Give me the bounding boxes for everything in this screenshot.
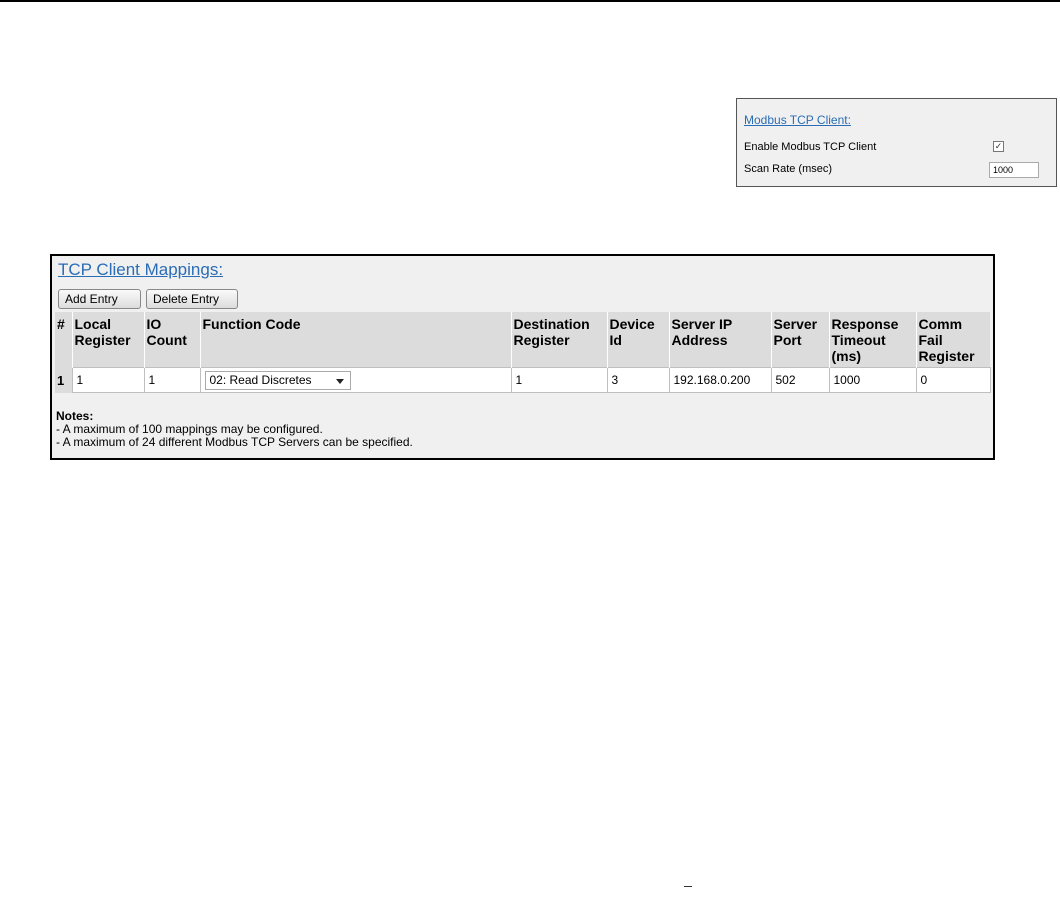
destination-register-cell[interactable]: 1 (510, 367, 608, 393)
header-comm-fail-register: Comm Fail Register (916, 312, 990, 368)
device-id-cell[interactable]: 3 (606, 367, 670, 393)
header-server-port: Server Port (771, 312, 830, 368)
header-num: # (55, 312, 73, 368)
top-rule (0, 0, 1060, 2)
header-local-register: Local Register (72, 312, 145, 368)
io-count-cell[interactable]: 1 (143, 367, 201, 393)
response-timeout-cell[interactable]: 1000 (828, 367, 917, 393)
server-port-cell[interactable]: 502 (770, 367, 830, 393)
scan-rate-input[interactable]: 1000 (989, 162, 1039, 178)
page-mark (684, 886, 692, 887)
comm-fail-register-cell[interactable]: 0 (915, 367, 991, 393)
header-server-ip: Server IP Address (669, 312, 772, 368)
function-code-select[interactable]: 02: Read Discretes (204, 370, 351, 390)
client-panel-title[interactable]: Modbus TCP Client: (744, 113, 851, 127)
note-line: - A maximum of 24 different Modbus TCP S… (56, 435, 413, 449)
function-code-cell: 02: Read Discretes (199, 367, 512, 393)
header-function-code: Function Code (200, 312, 512, 368)
header-destination-register: Destination Register (511, 312, 608, 368)
mappings-title[interactable]: TCP Client Mappings: (58, 260, 223, 280)
add-entry-button[interactable]: Add Entry (58, 289, 141, 309)
header-io-count: IO Count (144, 312, 201, 368)
tcp-client-mappings-panel: TCP Client Mappings: Add Entry Delete En… (50, 254, 995, 460)
function-code-value: 02: Read Discretes (209, 372, 312, 387)
row-number: 1 (55, 367, 72, 393)
local-register-cell[interactable]: 1 (71, 367, 145, 393)
notes: Notes: - A maximum of 100 mappings may b… (56, 410, 413, 449)
table-row: 1 1 1 02: Read Discretes 1 3 192.168.0.2… (55, 367, 991, 393)
delete-entry-button[interactable]: Delete Entry (146, 289, 238, 309)
header-device-id: Device Id (607, 312, 670, 368)
mappings-table: # Local Register IO Count Function Code … (55, 312, 991, 393)
chevron-down-icon (335, 378, 344, 384)
enable-client-label: Enable Modbus TCP Client (744, 141, 877, 153)
scan-rate-label: Scan Rate (msec) (744, 163, 833, 175)
modbus-tcp-client-panel: Modbus TCP Client: Enable Modbus TCP Cli… (736, 98, 1057, 187)
enable-client-checkbox[interactable]: ✓ (993, 141, 1004, 152)
server-ip-cell[interactable]: 192.168.0.200 (668, 367, 772, 393)
header-response-timeout: Response Timeout (ms) (829, 312, 917, 368)
header-row: # Local Register IO Count Function Code … (55, 312, 990, 368)
